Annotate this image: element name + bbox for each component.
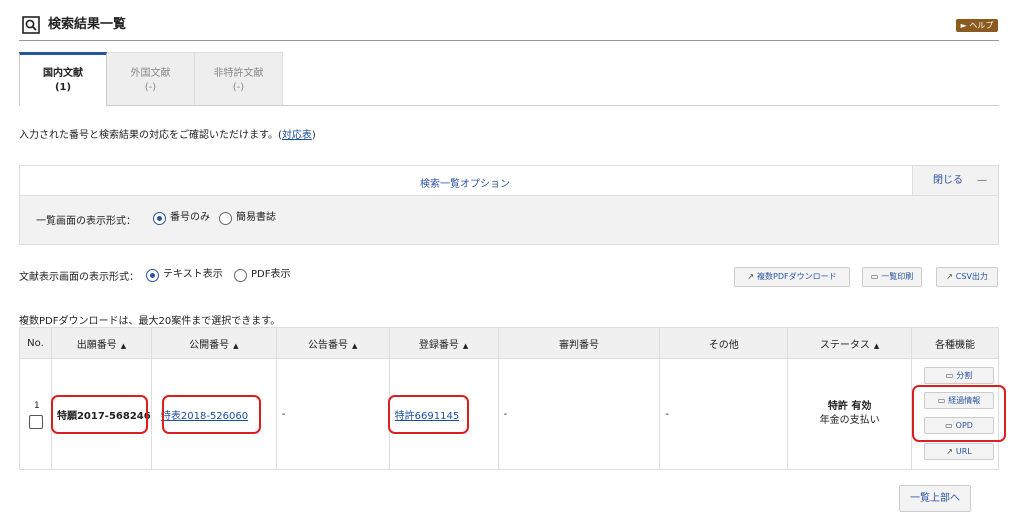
tab-foreign[interactable]: 外国文献 (-) <box>107 52 195 106</box>
doc-display-format-label: 文献表示画面の表示形式： <box>19 272 139 283</box>
document-icon: ▭ <box>870 272 879 281</box>
list-format-simple-biblio-radio[interactable]: 簡易書誌 <box>219 211 276 226</box>
sort-asc-icon[interactable]: ▲ <box>352 342 357 350</box>
registration-number-cell: 特許6691145 <box>388 358 499 470</box>
row-number: 1 <box>34 401 40 411</box>
collapse-icon: — <box>977 175 987 186</box>
status-sub: 年金の支払い <box>819 415 880 426</box>
tab-count: (-) <box>144 82 157 93</box>
document-icon: ▭ <box>945 421 953 430</box>
opd-button[interactable]: ▭ OPD <box>924 417 994 434</box>
list-format-number-only-radio[interactable]: 番号のみ <box>153 211 210 226</box>
column-header-publication-number[interactable]: 公開番号 ▲ <box>150 327 277 359</box>
correspondence-notice: 入力された番号と検索結果の対応をご確認いただけます。(対応表) <box>19 130 316 141</box>
sort-asc-icon[interactable]: ▲ <box>463 342 468 350</box>
table-row: 1 特願2017-568246 特表2018-526060 - 特許669114… <box>19 358 999 470</box>
radio-selected-icon <box>153 211 166 225</box>
table-header-row: No. 出願番号 ▲ 公開番号 ▲ 公告番号 ▲ 登録番号 ▲ 審判番号 その他 ステー… <box>19 327 999 359</box>
sort-asc-icon[interactable]: ▲ <box>121 342 126 350</box>
doc-display-text-radio[interactable]: テキスト表示 <box>146 268 223 283</box>
column-header-trial-number: 審判番号 <box>497 327 661 359</box>
column-header-functions: 各種機能 <box>911 327 999 359</box>
column-header-status[interactable]: ステータス ▲ <box>787 327 913 359</box>
results-table: No. 出願番号 ▲ 公開番号 ▲ 公告番号 ▲ 登録番号 ▲ 審判番号 その他 ステー… <box>19 327 999 470</box>
options-close-button[interactable]: 閉じる — <box>912 166 998 195</box>
search-icon <box>22 16 40 34</box>
publication-number-link[interactable]: 特表2018-526060 <box>161 411 248 422</box>
column-header-no: No. <box>19 327 52 359</box>
list-format-label: 一覧画面の表示形式： <box>36 216 136 227</box>
csv-export-button[interactable]: ↗ CSV出力 <box>936 267 998 287</box>
external-link-icon: ↗ <box>946 447 953 456</box>
back-to-top-button[interactable]: 一覧上部へ <box>899 485 971 512</box>
sort-asc-icon[interactable]: ▲ <box>233 342 238 350</box>
announcement-number-cell: - <box>275 358 390 470</box>
print-list-button[interactable]: ▭ 一覧印刷 <box>862 267 922 287</box>
application-number-cell: 特願2017-568246 <box>50 358 152 470</box>
pdf-limit-note: 複数PDFダウンロードは、最大20案件まで選択できます。 <box>19 316 281 327</box>
help-button[interactable]: ► ヘルプ <box>956 19 998 32</box>
radio-selected-icon <box>146 268 159 282</box>
trial-number-cell: - <box>497 358 661 470</box>
column-header-announcement-number[interactable]: 公告番号 ▲ <box>275 327 390 359</box>
tab-label: 外国文献 <box>130 68 171 79</box>
external-link-icon: ↗ <box>946 272 953 281</box>
row-select-checkbox[interactable] <box>29 415 43 429</box>
column-header-other: その他 <box>659 327 789 359</box>
sort-asc-icon[interactable]: ▲ <box>874 342 879 350</box>
application-number: 特願2017-568246 <box>56 410 151 422</box>
status-main: 特許 有効 <box>827 401 872 412</box>
progress-info-button[interactable]: ▭ 経過情報 <box>924 392 994 409</box>
row-number-cell: 1 <box>19 358 52 470</box>
tab-label: 非特許文献 <box>213 68 264 79</box>
radio-unselected-icon <box>219 211 232 225</box>
other-cell: - <box>659 358 789 470</box>
column-header-registration-number[interactable]: 登録番号 ▲ <box>388 327 499 359</box>
correspondence-table-link[interactable]: 対応表 <box>282 130 312 141</box>
search-list-options-panel: 検索一覧オプション 閉じる — 一覧画面の表示形式： 番号のみ 簡易書誌 <box>19 165 999 245</box>
registration-number-link[interactable]: 特許6691145 <box>395 411 460 422</box>
tab-label: 国内文献 <box>43 68 83 79</box>
page-title: 検索結果一覧 <box>48 17 127 32</box>
title-divider <box>19 40 999 41</box>
external-link-icon: ↗ <box>747 272 755 281</box>
multi-pdf-download-button[interactable]: ↗ 複数PDFダウンロード <box>734 267 850 287</box>
divide-button[interactable]: ▭ 分割 <box>924 367 994 384</box>
column-header-application-number[interactable]: 出願番号 ▲ <box>50 327 152 359</box>
tab-count: (1) <box>54 82 72 93</box>
document-icon: ▭ <box>937 396 946 405</box>
url-button[interactable]: ↗ URL <box>924 443 994 460</box>
tab-domestic[interactable]: 国内文献 (1) <box>19 52 107 106</box>
status-cell: 特許 有効 年金の支払い <box>787 358 913 470</box>
options-title: 検索一覧オプション <box>420 179 510 190</box>
document-icon: ▭ <box>945 371 954 380</box>
tab-divider <box>107 105 999 106</box>
doc-display-pdf-radio[interactable]: PDF表示 <box>234 268 290 283</box>
options-header: 検索一覧オプション 閉じる — <box>20 166 998 196</box>
radio-unselected-icon <box>234 268 247 282</box>
publication-number-cell: 特表2018-526060 <box>150 358 277 470</box>
tab-count: (-) <box>232 82 245 93</box>
tab-non-patent[interactable]: 非特許文献 (-) <box>195 52 283 106</box>
close-label: 閉じる <box>933 175 963 186</box>
